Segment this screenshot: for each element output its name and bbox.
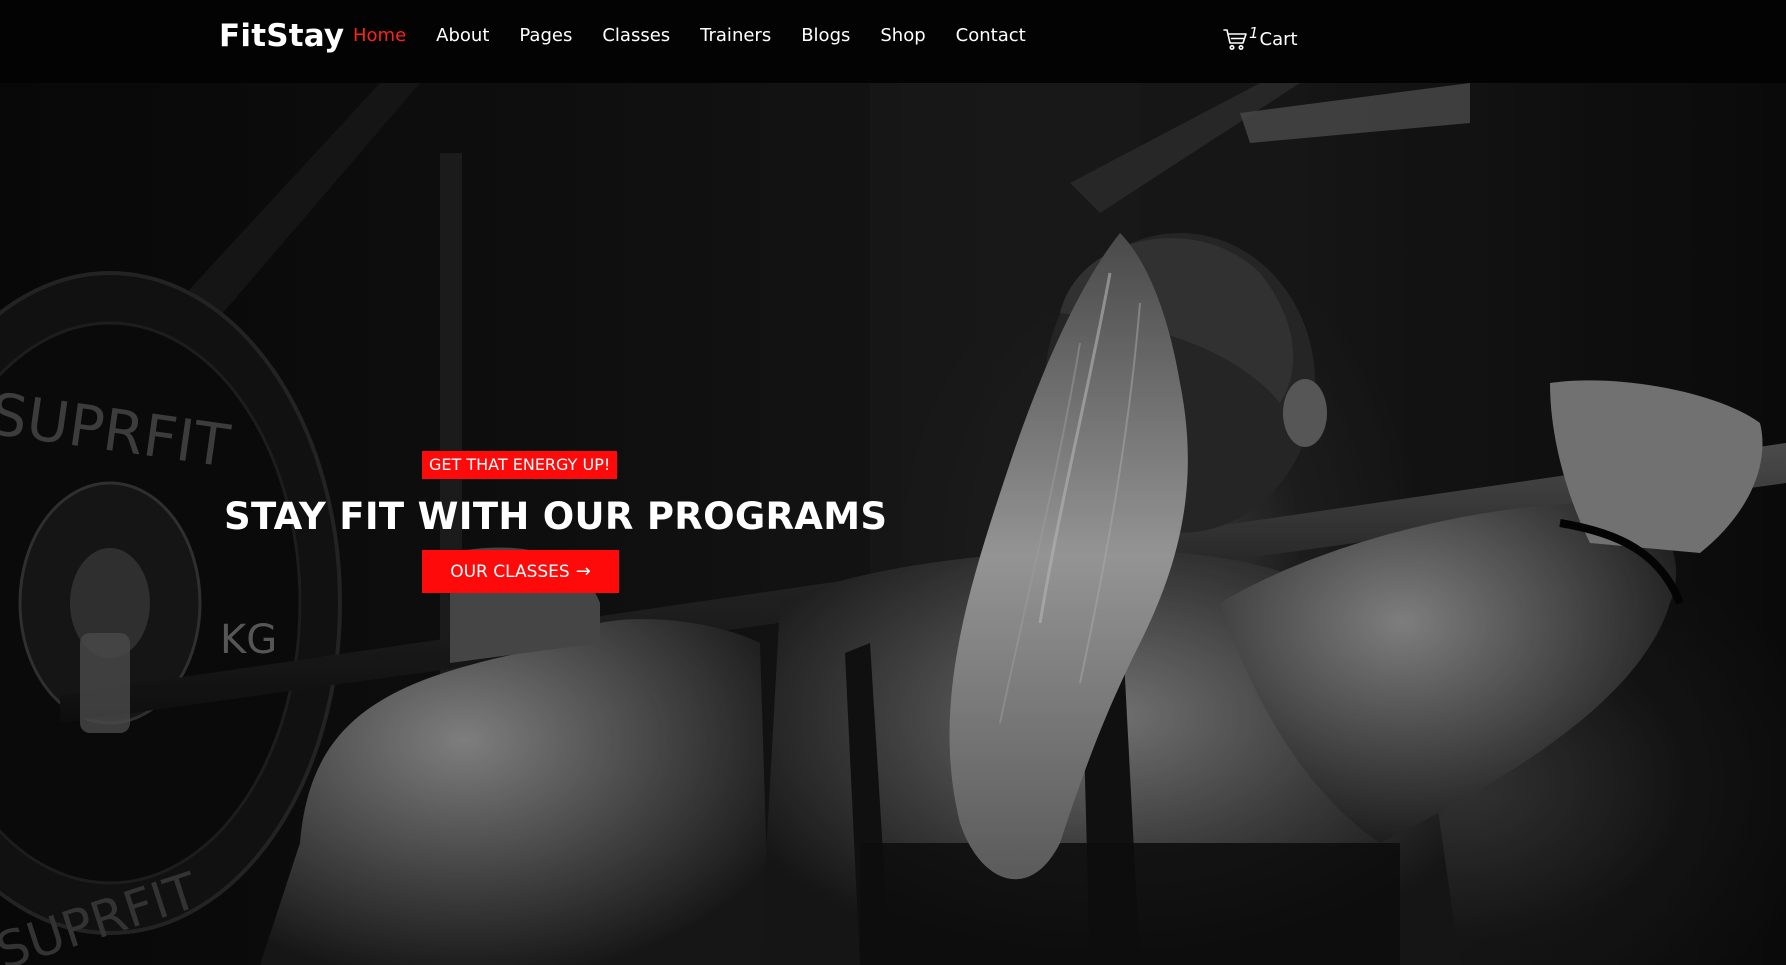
nav-trainers[interactable]: Trainers [700,24,771,48]
arrow-right-icon: → [575,561,591,582]
nav-blogs[interactable]: Blogs [801,24,850,48]
nav-contact[interactable]: Contact [956,24,1026,48]
nav-pages[interactable]: Pages [519,24,572,48]
hero-headline: STAY FIT WITH OUR PROGRAMS [224,495,888,538]
nav-about[interactable]: About [436,24,489,48]
site-logo[interactable]: FitStay [219,18,344,54]
nav-classes[interactable]: Classes [602,24,670,48]
our-classes-button[interactable]: OUR CLASSES → [422,550,619,593]
main-nav: Home About Pages Classes Trainers Blogs … [353,24,1056,48]
cart-icon [1223,29,1247,50]
cta-label: OUR CLASSES [450,561,570,582]
cart-label: Cart [1259,29,1298,50]
hero-section: SUPRFIT KG SUPRFIT GET THAT ENERGY UP! S… [0,83,1786,965]
cart-count-badge: 1 [1249,24,1259,42]
hero-content: GET THAT ENERGY UP! STAY FIT WITH OUR PR… [0,83,1786,965]
nav-shop[interactable]: Shop [880,24,925,48]
cart-link[interactable]: 1 Cart [1222,24,1298,52]
page: FitStay Home About Pages Classes Trainer… [0,0,1786,965]
hero-tagline: GET THAT ENERGY UP! [422,451,618,479]
nav-home[interactable]: Home [353,24,406,48]
site-header: FitStay Home About Pages Classes Trainer… [0,0,1786,83]
